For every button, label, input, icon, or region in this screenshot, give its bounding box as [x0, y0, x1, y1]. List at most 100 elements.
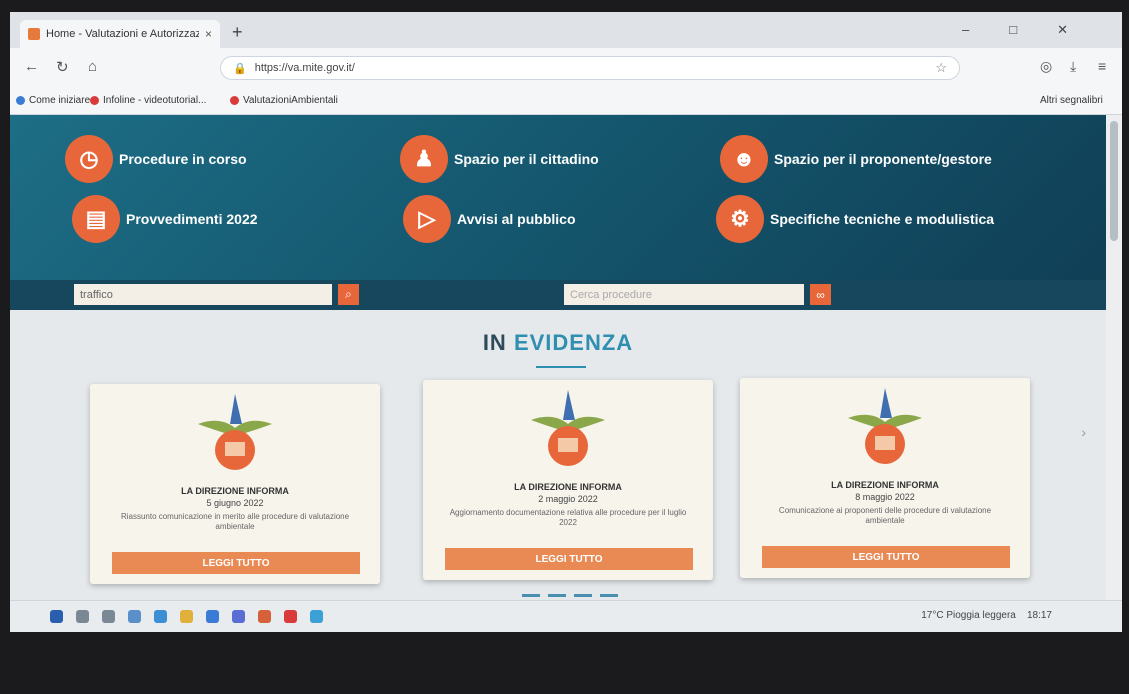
- card-date: 8 maggio 2022: [855, 492, 915, 502]
- bookmark-infoline[interactable]: Infoline - videotutorial...: [90, 95, 206, 106]
- bookmark-icon: [90, 96, 99, 105]
- task-view-icon[interactable]: [102, 610, 115, 623]
- banner-link-avvisi[interactable]: ▷ Avvisi al pubblico: [403, 195, 576, 243]
- store-icon[interactable]: [206, 610, 219, 623]
- carousel-dot[interactable]: [574, 594, 592, 597]
- ministry-logo-icon: [198, 394, 272, 470]
- carousel-dot[interactable]: [522, 594, 540, 597]
- card-title: LA DIREZIONE INFORMA: [514, 482, 622, 492]
- gears-icon: ⚙: [716, 195, 764, 243]
- new-tab-button[interactable]: +: [232, 22, 243, 43]
- scrollbar-thumb[interactable]: [1110, 121, 1118, 241]
- read-more-button[interactable]: LEGGI TUTTO: [112, 552, 360, 574]
- search-strip: traffico ⌕ Cerca procedure ∞: [10, 280, 1106, 310]
- bookmarks-bar: Come iniziare Infoline - videotutorial..…: [10, 88, 1122, 115]
- tab-close-icon[interactable]: ×: [205, 27, 212, 41]
- start-icon[interactable]: [50, 610, 63, 623]
- banner-link-provvedimenti[interactable]: ▤ Provvedimenti 2022: [72, 195, 258, 243]
- bookmark-label: Come iniziare: [29, 95, 91, 106]
- search-taskbar-icon[interactable]: [76, 610, 89, 623]
- explorer-icon[interactable]: [180, 610, 193, 623]
- url-text: https://va.mite.gov.it/: [254, 62, 355, 74]
- people-icon: ♟: [400, 135, 448, 183]
- bookmark-label: ValutazioniAmbientali: [243, 95, 338, 106]
- banner-link-procedure[interactable]: ◷ Procedure in corso: [65, 135, 247, 183]
- search-input-right[interactable]: Cerca procedure: [564, 284, 804, 305]
- section-heading: IN EVIDENZA: [10, 330, 1106, 356]
- card-summary: Aggiornamento documentazione relativa al…: [449, 508, 687, 527]
- banner-link-label: Spazio per il cittadino: [454, 151, 599, 167]
- news-card: LA DIREZIONE INFORMA 5 giugno 2022 Riass…: [90, 384, 380, 584]
- banner-link-label: Provvedimenti 2022: [126, 211, 258, 227]
- windows-taskbar: 17°C Pioggia leggera 18:17: [10, 600, 1122, 632]
- site-favicon-icon: [28, 28, 40, 40]
- banner-link-cittadino[interactable]: ♟ Spazio per il cittadino: [400, 135, 599, 183]
- tab-title: Home - Valutazioni e Autorizzazioni Ambi…: [46, 28, 199, 40]
- widgets-icon[interactable]: [128, 610, 141, 623]
- bookmark-valutazioni[interactable]: ValutazioniAmbientali: [230, 95, 338, 106]
- card-title: LA DIREZIONE INFORMA: [181, 486, 289, 496]
- news-card: LA DIREZIONE INFORMA 8 maggio 2022 Comun…: [740, 378, 1030, 578]
- search-input-left[interactable]: traffico: [74, 284, 332, 305]
- browser-tab-bar: Home - Valutazioni e Autorizzazioni Ambi…: [10, 12, 1122, 48]
- site-banner: ◷ Procedure in corso ♟ Spazio per il cit…: [10, 115, 1106, 280]
- banner-link-specifiche[interactable]: ⚙ Specifiche tecniche e modulistica: [716, 195, 994, 243]
- banner-link-label: Avvisi al pubblico: [457, 211, 576, 227]
- back-arrow-icon[interactable]: ←: [24, 58, 39, 75]
- monitor-screen: Home - Valutazioni e Autorizzazioni Ambi…: [10, 12, 1122, 632]
- search-button-right[interactable]: ∞: [810, 284, 831, 305]
- browser-tab[interactable]: Home - Valutazioni e Autorizzazioni Ambi…: [20, 20, 220, 48]
- lock-icon: 🔒: [233, 62, 247, 75]
- firefox-icon[interactable]: [258, 610, 271, 623]
- mail-icon[interactable]: [232, 610, 245, 623]
- binoculars-icon: ∞: [816, 287, 825, 302]
- page-scrollbar[interactable]: [1106, 115, 1122, 600]
- card-summary: Comunicazione ai proponenti delle proced…: [778, 506, 992, 525]
- system-tray[interactable]: 17°C Pioggia leggera 18:17: [921, 610, 1052, 621]
- app-icon[interactable]: [310, 610, 323, 623]
- banner-link-label: Spazio per il proponente/gestore: [774, 151, 992, 167]
- heading-highlight: EVIDENZA: [513, 330, 634, 355]
- browser-toolbar: ← ↻ ⌂ 🔒 https://va.mite.gov.it/ ☆ ◎ ⤓ ≡: [10, 48, 1122, 88]
- clock-icon: ◷: [65, 135, 113, 183]
- news-card: LA DIREZIONE INFORMA 2 maggio 2022 Aggio…: [423, 380, 713, 580]
- bookmark-label: Infoline - videotutorial...: [103, 95, 207, 106]
- other-bookmarks[interactable]: Altri segnalibri: [1040, 95, 1103, 106]
- heading-underline: [536, 366, 586, 368]
- carousel-indicators: [522, 594, 618, 597]
- search-button-left[interactable]: ⌕: [338, 284, 359, 305]
- user-group-icon: ☻: [720, 135, 768, 183]
- megaphone-icon: ▷: [403, 195, 451, 243]
- bookmark-star-icon[interactable]: ☆: [935, 60, 947, 76]
- menu-icon[interactable]: ≡: [1098, 58, 1106, 74]
- card-summary: Riassunto comunicazione in merito alle p…: [120, 512, 350, 531]
- heading-prefix: IN: [482, 330, 507, 355]
- reload-icon[interactable]: ↻: [56, 58, 69, 76]
- app-icon[interactable]: [284, 610, 297, 623]
- edge-icon[interactable]: [154, 610, 167, 623]
- carousel-dot[interactable]: [548, 594, 566, 597]
- window-controls[interactable]: –□✕: [962, 22, 1108, 38]
- download-icon[interactable]: ⤓: [1070, 58, 1076, 75]
- card-date: 5 giugno 2022: [206, 498, 264, 508]
- carousel-dot[interactable]: [600, 594, 618, 597]
- banner-link-proponente[interactable]: ☻ Spazio per il proponente/gestore: [720, 135, 992, 183]
- search-icon: ⌕: [345, 287, 352, 301]
- clock-text: 18:17: [1026, 610, 1052, 621]
- document-icon: ▤: [72, 195, 120, 243]
- bookmark-come-iniziare[interactable]: Come iniziare: [16, 95, 90, 106]
- ministry-logo-icon: [531, 390, 605, 466]
- carousel-next-icon[interactable]: ›: [1081, 424, 1086, 440]
- banner-link-label: Procedure in corso: [119, 151, 247, 167]
- bookmark-icon: [230, 96, 239, 105]
- ministry-logo-icon: [848, 388, 922, 464]
- card-title: LA DIREZIONE INFORMA: [831, 480, 939, 490]
- read-more-button[interactable]: LEGGI TUTTO: [762, 546, 1010, 568]
- address-bar[interactable]: 🔒 https://va.mite.gov.it/ ☆: [220, 56, 960, 80]
- banner-link-label: Specifiche tecniche e modulistica: [770, 211, 995, 227]
- read-more-button[interactable]: LEGGI TUTTO: [445, 548, 693, 570]
- shield-icon[interactable]: ◎: [1040, 58, 1052, 75]
- home-icon[interactable]: ⌂: [88, 58, 97, 75]
- weather-text: 17°C Pioggia leggera: [921, 610, 1016, 621]
- bookmark-icon: [16, 96, 25, 105]
